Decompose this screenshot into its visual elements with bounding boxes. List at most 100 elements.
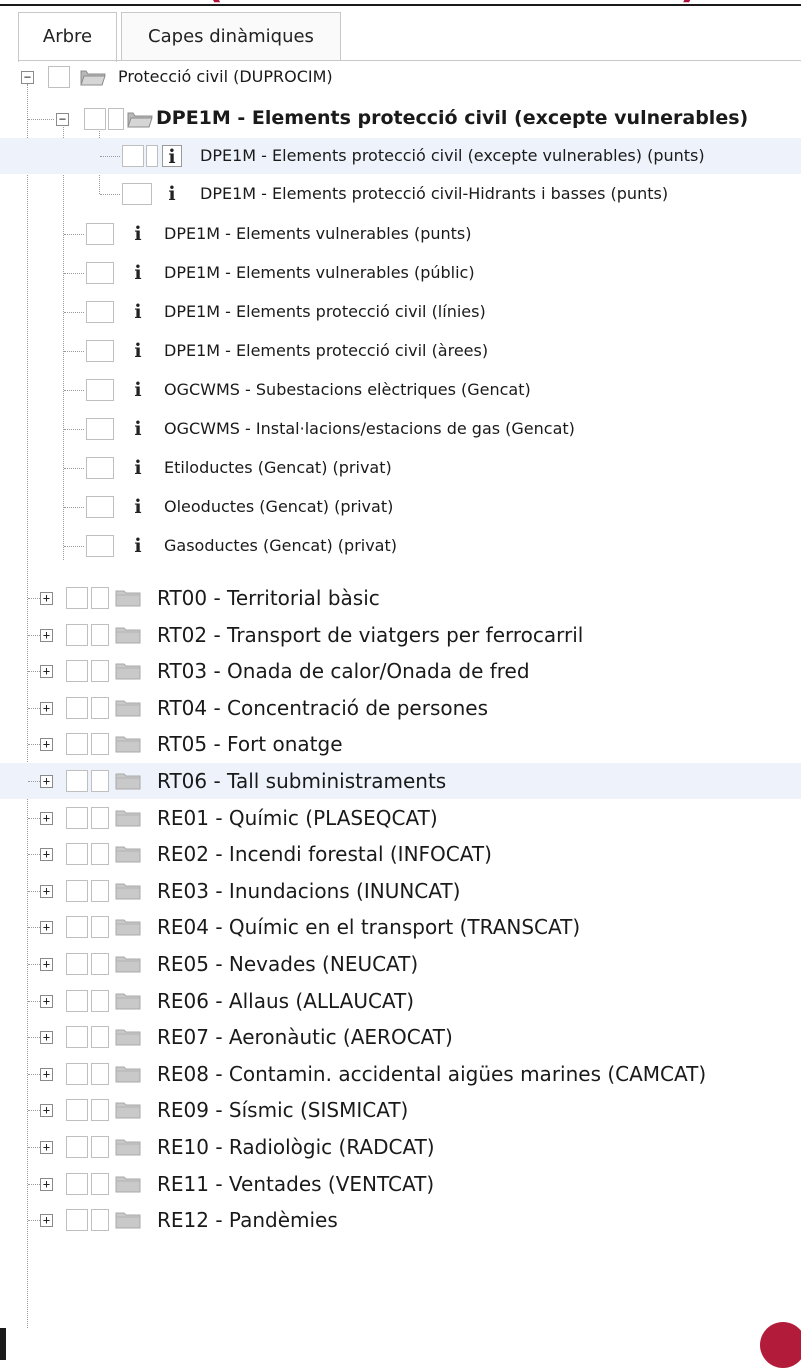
expand-icon[interactable]: + (40, 848, 53, 861)
tree-folder-row[interactable]: + RE03 - Inundacions (INUNCAT) (0, 873, 801, 909)
visibility-checkbox[interactable] (66, 880, 88, 902)
info-icon[interactable]: i (128, 496, 148, 518)
tree-folder-row[interactable]: + RE10 - Radiològic (RADCAT) (0, 1129, 801, 1165)
tree-folder-row[interactable]: + RT04 - Concentració de persones (0, 690, 801, 726)
tree-folder-row[interactable]: + RE01 - Químic (PLASEQCAT) (0, 800, 801, 836)
info-icon[interactable]: i (162, 145, 182, 168)
info-icon[interactable]: i (162, 183, 182, 205)
info-icon[interactable]: i (128, 223, 148, 245)
visibility-checkbox-partial[interactable] (91, 1063, 109, 1085)
visibility-checkbox-partial[interactable] (91, 1099, 109, 1121)
visibility-checkbox[interactable] (66, 916, 88, 938)
tree-folder-row[interactable]: + RE02 - Incendi forestal (INFOCAT) (0, 836, 801, 872)
tree-folder-row[interactable]: + RE09 - Sísmic (SISMICAT) (0, 1092, 801, 1128)
expand-icon[interactable]: + (40, 885, 53, 898)
visibility-checkbox[interactable] (86, 379, 114, 401)
expand-icon[interactable]: + (40, 702, 53, 715)
visibility-checkbox-partial[interactable] (91, 733, 109, 755)
visibility-checkbox[interactable] (66, 1173, 88, 1195)
collapse-icon[interactable]: − (56, 113, 69, 126)
tree-folder-row[interactable]: + RT00 - Territorial bàsic (0, 580, 801, 616)
visibility-checkbox[interactable] (66, 587, 88, 609)
visibility-checkbox-partial[interactable] (91, 697, 109, 719)
visibility-checkbox[interactable] (66, 990, 88, 1012)
expand-icon[interactable]: + (40, 738, 53, 751)
expand-icon[interactable]: + (40, 629, 53, 642)
tree-folder-row[interactable]: + RE05 - Nevades (NEUCAT) (0, 946, 801, 982)
visibility-checkbox[interactable] (48, 66, 70, 88)
tree-layer-row[interactable]: i DPE1M - Elements protecció civil (línie… (0, 294, 801, 330)
tree-layer-row[interactable]: i DPE1M - Elements protecció civil (exce… (0, 138, 801, 174)
tree-folder-row[interactable]: + RT05 - Fort onatge (0, 726, 801, 762)
visibility-checkbox[interactable] (66, 733, 88, 755)
info-icon[interactable]: i (128, 457, 148, 479)
info-icon[interactable]: i (128, 262, 148, 284)
visibility-checkbox-partial[interactable] (108, 108, 124, 130)
tree-folder-row[interactable]: + RT06 - Tall subministraments (0, 763, 801, 799)
visibility-checkbox[interactable] (86, 340, 114, 362)
visibility-checkbox-partial[interactable] (91, 953, 109, 975)
visibility-checkbox[interactable] (86, 418, 114, 440)
visibility-checkbox[interactable] (66, 1099, 88, 1121)
tree-folder-row[interactable]: + RE04 - Químic en el transport (TRANSCAT… (0, 909, 801, 945)
tree-layer-row[interactable]: i Etiloductes (Gencat) (privat) (0, 450, 801, 486)
visibility-checkbox[interactable] (66, 624, 88, 646)
visibility-checkbox-partial[interactable] (91, 843, 109, 865)
visibility-checkbox-partial[interactable] (91, 1136, 109, 1158)
visibility-checkbox-partial[interactable] (91, 1026, 109, 1048)
tree-folder-row[interactable]: + RT03 - Onada de calor/Onada de fred (0, 653, 801, 689)
visibility-checkbox[interactable] (66, 697, 88, 719)
expand-icon[interactable]: + (40, 1104, 53, 1117)
tab-capes-dinamiques[interactable]: Capes dinàmiques (121, 12, 341, 61)
tree-folder-row[interactable]: + RE06 - Allaus (ALLAUCAT) (0, 983, 801, 1019)
visibility-checkbox-partial[interactable] (91, 1173, 109, 1195)
tree-group-row[interactable]: − DPE1M - Elements protecció civil (exce… (0, 100, 801, 136)
visibility-checkbox[interactable] (122, 183, 152, 205)
visibility-checkbox-partial[interactable] (91, 1209, 109, 1231)
tree-layer-row[interactable]: i DPE1M - Elements vulnerables (públic) (0, 255, 801, 291)
tree-layer-row[interactable]: i DPE1M - Elements vulnerables (punts) (0, 216, 801, 252)
visibility-checkbox[interactable] (84, 108, 106, 130)
visibility-checkbox-partial[interactable] (91, 880, 109, 902)
visibility-checkbox[interactable] (86, 535, 114, 557)
collapse-icon[interactable]: − (21, 71, 34, 84)
expand-icon[interactable]: + (40, 1141, 53, 1154)
visibility-checkbox[interactable] (66, 770, 88, 792)
tree-layer-row[interactable]: i OGCWMS - Subestacions elèctriques (Genc… (0, 372, 801, 408)
visibility-checkbox-partial[interactable] (91, 770, 109, 792)
expand-icon[interactable]: + (40, 812, 53, 825)
visibility-checkbox[interactable] (66, 660, 88, 682)
visibility-checkbox[interactable] (66, 1136, 88, 1158)
expand-icon[interactable]: + (40, 995, 53, 1008)
expand-icon[interactable]: + (40, 775, 53, 788)
visibility-checkbox[interactable] (66, 1026, 88, 1048)
visibility-checkbox-partial[interactable] (146, 145, 158, 167)
visibility-checkbox[interactable] (86, 457, 114, 479)
visibility-checkbox[interactable] (122, 145, 144, 167)
expand-icon[interactable]: + (40, 1178, 53, 1191)
info-icon[interactable]: i (128, 535, 148, 557)
visibility-checkbox[interactable] (66, 1063, 88, 1085)
visibility-checkbox-partial[interactable] (91, 660, 109, 682)
tab-arbre[interactable]: Arbre (18, 12, 117, 62)
visibility-checkbox[interactable] (66, 843, 88, 865)
tree-layer-row[interactable]: i DPE1M - Elements protecció civil (àrees… (0, 333, 801, 369)
visibility-checkbox-partial[interactable] (91, 587, 109, 609)
info-icon[interactable]: i (128, 340, 148, 362)
expand-icon[interactable]: + (40, 921, 53, 934)
visibility-checkbox[interactable] (66, 1209, 88, 1231)
expand-icon[interactable]: + (40, 1214, 53, 1227)
visibility-checkbox[interactable] (66, 807, 88, 829)
expand-icon[interactable]: + (40, 592, 53, 605)
tree-folder-row[interactable]: + RT02 - Transport de viatgers per ferroc… (0, 617, 801, 653)
tree-folder-row[interactable]: + RE12 - Pandèmies (0, 1202, 801, 1238)
visibility-checkbox[interactable] (86, 301, 114, 323)
visibility-checkbox-partial[interactable] (91, 916, 109, 938)
info-icon[interactable]: i (128, 418, 148, 440)
tree-layer-row[interactable]: i DPE1M - Elements protecció civil-Hidra… (0, 176, 801, 212)
visibility-checkbox[interactable] (86, 262, 114, 284)
visibility-checkbox-partial[interactable] (91, 990, 109, 1012)
tree-folder-row[interactable]: + RE08 - Contamin. accidental aigües mari… (0, 1056, 801, 1092)
visibility-checkbox-partial[interactable] (91, 624, 109, 646)
tree-root-row[interactable]: − Protecció civil (DUPROCIM) (0, 60, 801, 96)
